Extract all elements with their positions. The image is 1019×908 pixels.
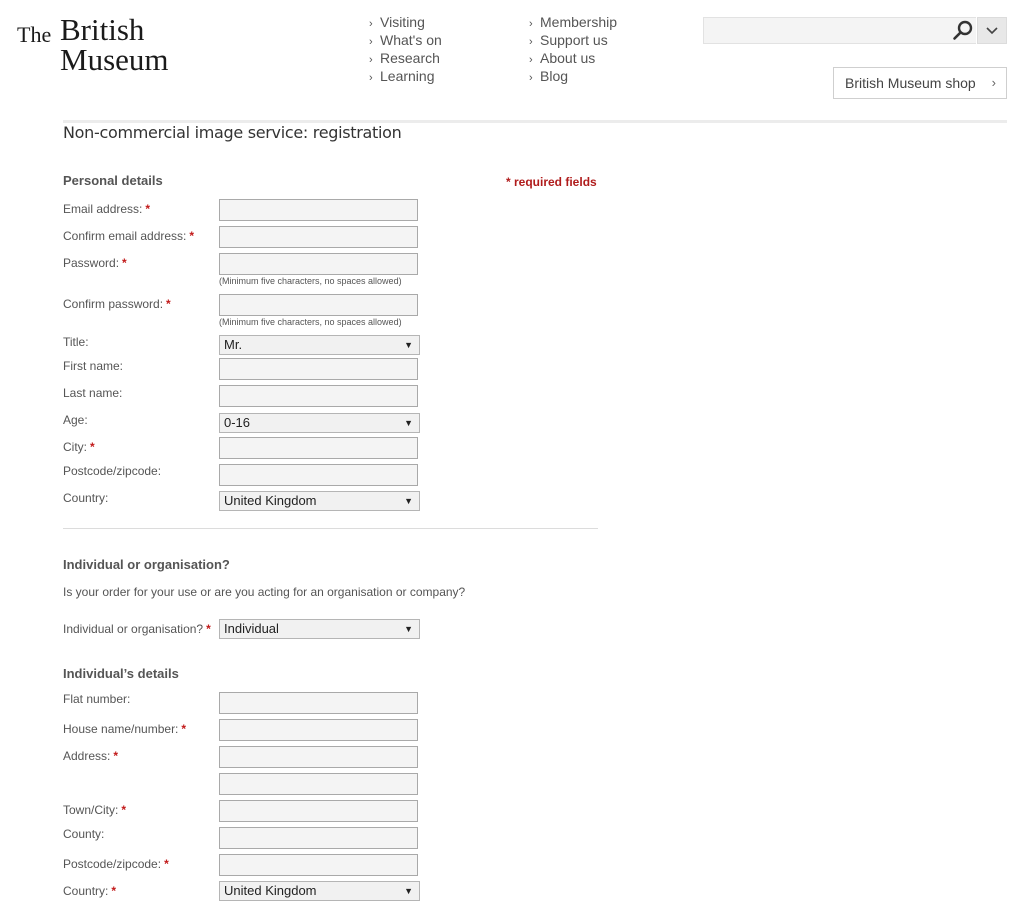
search-options-dropdown[interactable] bbox=[977, 17, 1007, 44]
search-icon bbox=[953, 20, 973, 40]
chevron-right-icon: › bbox=[529, 72, 533, 84]
org-heading: Individual or organisation? bbox=[63, 557, 230, 572]
flat-number-label: Flat number: bbox=[63, 692, 131, 706]
org-question: Is your order for your use or are you ac… bbox=[63, 585, 466, 599]
password-label: Password: * bbox=[63, 256, 127, 270]
first-name-field[interactable] bbox=[219, 358, 418, 380]
flat-number-field[interactable] bbox=[219, 692, 418, 714]
address-line-2-field[interactable] bbox=[219, 773, 418, 795]
confirm-email-label: Confirm email address: * bbox=[63, 229, 195, 243]
nav-link-learning[interactable]: › Learning bbox=[369, 67, 442, 85]
required-asterisk: * bbox=[206, 622, 211, 636]
required-fields-note: * required fields bbox=[506, 175, 597, 189]
town-label: Town/City: * bbox=[63, 803, 127, 817]
logo-the: The bbox=[17, 22, 52, 47]
required-asterisk: * bbox=[166, 297, 171, 311]
town-field[interactable] bbox=[219, 800, 418, 822]
search-button[interactable] bbox=[948, 17, 977, 44]
nav-link-about-us[interactable]: › About us bbox=[529, 49, 617, 67]
country-select[interactable]: United Kingdom ▼ bbox=[219, 491, 420, 511]
individual-details-heading: Individual’s details bbox=[63, 666, 179, 681]
nav-link-whats-on[interactable]: › What's on bbox=[369, 31, 442, 49]
individual-or-org-select[interactable]: Individual ▼ bbox=[219, 619, 420, 639]
house-field[interactable] bbox=[219, 719, 418, 741]
org-select-label: Individual or organisation? * bbox=[63, 622, 211, 636]
age-select[interactable]: 0-16 ▼ bbox=[219, 413, 420, 433]
email-label: Email address: * bbox=[63, 202, 151, 216]
search-input[interactable] bbox=[703, 17, 976, 44]
individual-country-select[interactable]: United Kingdom ▼ bbox=[219, 881, 420, 901]
password-hint: (Minimum five characters, no spaces allo… bbox=[219, 276, 402, 286]
logo-british: British bbox=[60, 12, 145, 47]
address-label: Address: * bbox=[63, 749, 119, 763]
country-label: Country: bbox=[63, 491, 109, 505]
main-nav-column-2: › Membership › Support us › About us › Blog bbox=[529, 13, 617, 85]
dropdown-arrow-icon: ▼ bbox=[404, 418, 413, 428]
individual-postcode-field[interactable] bbox=[219, 854, 418, 876]
confirm-password-field[interactable] bbox=[219, 294, 418, 316]
shop-button[interactable]: British Museum shop › bbox=[833, 67, 1007, 99]
chevron-right-icon: › bbox=[369, 72, 373, 84]
nav-link-blog[interactable]: › Blog bbox=[529, 67, 617, 85]
main-nav-column-1: › Visiting › What's on › Research › Learning bbox=[369, 13, 442, 85]
section-divider bbox=[63, 528, 598, 529]
required-asterisk: * bbox=[90, 440, 95, 454]
dropdown-arrow-icon: ▼ bbox=[404, 340, 413, 350]
nav-link-support-us[interactable]: › Support us bbox=[529, 31, 617, 49]
dropdown-arrow-icon: ▼ bbox=[404, 496, 413, 506]
confirm-password-label: Confirm password: * bbox=[63, 297, 171, 311]
first-name-label: First name: bbox=[63, 359, 124, 373]
nav-link-research[interactable]: › Research bbox=[369, 49, 442, 67]
individual-country-label: Country: * bbox=[63, 884, 117, 898]
last-name-label: Last name: bbox=[63, 386, 123, 400]
page-title: Non-commercial image service: registrati… bbox=[63, 123, 402, 142]
postcode-label: Postcode/zipcode: bbox=[63, 464, 162, 478]
required-asterisk: * bbox=[181, 722, 187, 736]
city-label: City: * bbox=[63, 440, 95, 454]
required-asterisk: * bbox=[121, 803, 127, 817]
confirm-email-field[interactable] bbox=[219, 226, 418, 248]
required-asterisk: * bbox=[164, 857, 169, 871]
title-select[interactable]: Mr. ▼ bbox=[219, 335, 420, 355]
last-name-field[interactable] bbox=[219, 385, 418, 407]
address-line-1-field[interactable] bbox=[219, 746, 418, 768]
nav-link-visiting[interactable]: › Visiting bbox=[369, 13, 442, 31]
county-field[interactable] bbox=[219, 827, 418, 849]
required-asterisk: * bbox=[113, 749, 119, 763]
email-field[interactable] bbox=[219, 199, 418, 221]
house-label: House name/number: * bbox=[63, 722, 187, 736]
county-label: County: bbox=[63, 827, 105, 841]
title-label: Title: bbox=[63, 335, 89, 349]
personal-details-heading: Personal details bbox=[63, 173, 163, 188]
required-asterisk: * bbox=[111, 884, 117, 898]
shop-button-label: British Museum shop bbox=[845, 75, 976, 91]
confirm-password-hint: (Minimum five characters, no spaces allo… bbox=[219, 317, 402, 327]
dropdown-arrow-icon: ▼ bbox=[404, 886, 413, 896]
nav-link-membership[interactable]: › Membership bbox=[529, 13, 617, 31]
required-asterisk: * bbox=[122, 256, 127, 270]
age-label: Age: bbox=[63, 413, 88, 427]
required-asterisk: * bbox=[145, 202, 151, 216]
logo-museum: Museum bbox=[60, 42, 169, 77]
dropdown-arrow-icon: ▼ bbox=[404, 624, 413, 634]
chevron-down-icon bbox=[986, 27, 998, 35]
required-asterisk: * bbox=[189, 229, 195, 243]
password-field[interactable] bbox=[219, 253, 418, 275]
city-field[interactable] bbox=[219, 437, 418, 459]
chevron-right-icon: › bbox=[991, 75, 996, 90]
individual-postcode-label: Postcode/zipcode: * bbox=[63, 857, 169, 871]
postcode-field[interactable] bbox=[219, 464, 418, 486]
